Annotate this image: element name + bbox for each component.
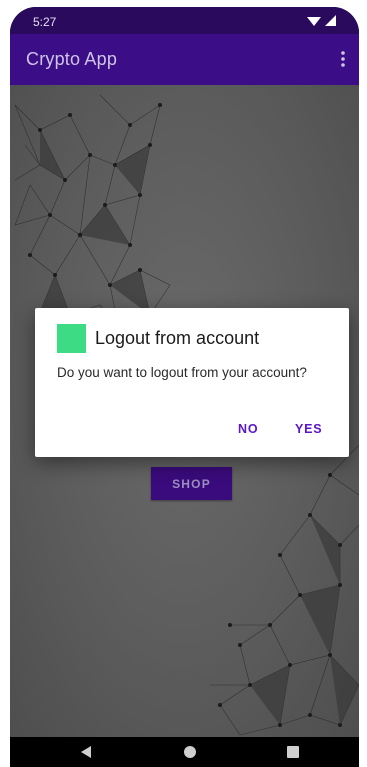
dialog-message: Do you want to logout from your account? [57,365,307,380]
app-title: Crypto App [26,49,118,69]
back-icon[interactable] [79,745,93,759]
shop-button[interactable]: SHOP [151,467,232,500]
recents-icon[interactable] [287,746,299,758]
logout-dialog: Logout from account Do you want to logou… [35,308,349,457]
screen: 5:27 Crypto App SHOP Logout from account… [10,7,359,767]
navigation-bar [10,737,359,767]
status-time: 5:27 [33,15,57,29]
dialog-title: Logout from account [95,328,260,348]
signal-icon [325,15,336,26]
status-icons [307,15,336,26]
home-icon[interactable] [184,746,196,758]
no-button[interactable]: NO [238,422,258,436]
more-vert-icon[interactable] [333,46,353,72]
wifi-icon [307,17,321,26]
yes-button[interactable]: YES [295,422,322,436]
status-bar: 5:27 [10,7,359,34]
app-icon [57,324,86,353]
app-bar: Crypto App [10,34,359,85]
phone-frame: 5:27 Crypto App SHOP Logout from account… [10,7,359,767]
